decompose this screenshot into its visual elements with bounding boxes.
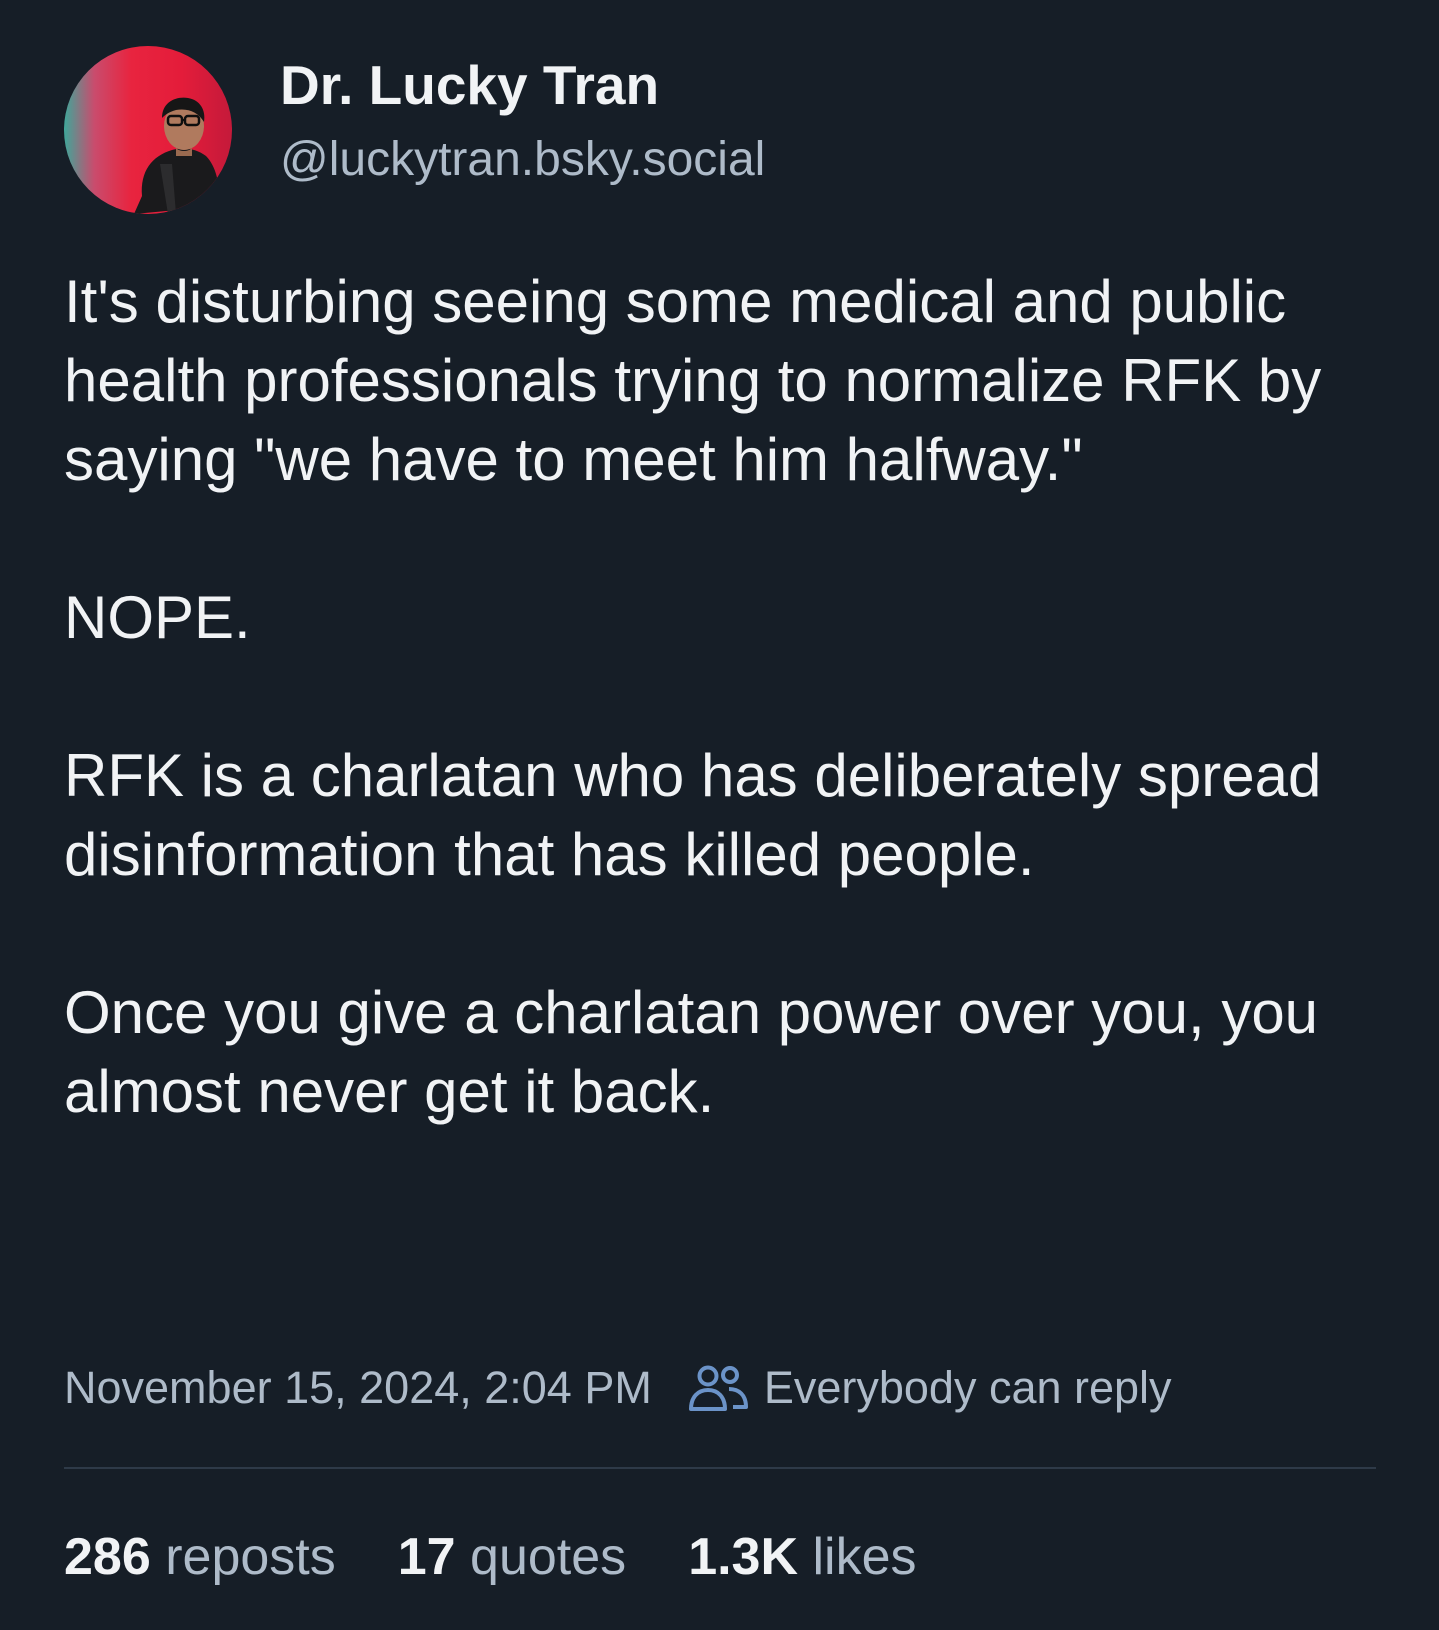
author-display-name[interactable]: Dr. Lucky Tran xyxy=(280,50,765,120)
post-card: Dr. Lucky Tran @luckytran.bsky.social It… xyxy=(0,0,1439,1630)
quotes-label: quotes xyxy=(470,1528,627,1586)
profile-photo-icon xyxy=(134,97,220,214)
post-meta: November 15, 2024, 2:04 PM Everybody can… xyxy=(64,1358,1172,1418)
author-handle[interactable]: @luckytran.bsky.social xyxy=(280,130,765,190)
post-timestamp[interactable]: November 15, 2024, 2:04 PM xyxy=(64,1362,652,1414)
quotes-count: 17 xyxy=(397,1528,456,1586)
reply-setting[interactable]: Everybody can reply xyxy=(688,1362,1172,1414)
likes-label: likes xyxy=(812,1528,917,1586)
reply-setting-label: Everybody can reply xyxy=(763,1362,1172,1413)
post-header: Dr. Lucky Tran @luckytran.bsky.social xyxy=(64,46,1364,216)
reposts-label: reposts xyxy=(165,1528,336,1586)
quotes-stat[interactable]: 17 quotes xyxy=(398,1527,626,1587)
likes-count: 1.3K xyxy=(688,1528,799,1586)
avatar[interactable] xyxy=(64,46,232,214)
reposts-stat[interactable]: 286 reposts xyxy=(64,1527,336,1587)
engagement-stats: 286 reposts 17 quotes 1.3K likes xyxy=(64,1525,979,1589)
likes-stat[interactable]: 1.3K likes xyxy=(688,1527,916,1587)
post-paragraph: RFK is a charlatan who has deliberately … xyxy=(64,742,1322,888)
post-paragraph: Once you give a charlatan power over you… xyxy=(64,979,1319,1125)
post-paragraph: It's disturbing seeing some medical and … xyxy=(64,268,1322,493)
people-icon xyxy=(688,1365,748,1411)
divider xyxy=(64,1467,1376,1469)
reposts-count: 286 xyxy=(64,1528,151,1586)
post-paragraph: NOPE. xyxy=(64,584,251,651)
post-text: It's disturbing seeing some medical and … xyxy=(64,262,1384,1131)
